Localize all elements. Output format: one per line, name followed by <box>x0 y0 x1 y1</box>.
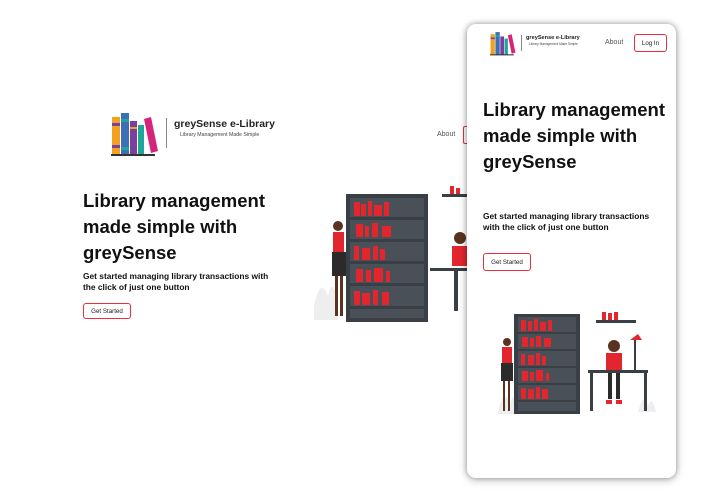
hero-heading: Library management made simple with grey… <box>483 99 665 172</box>
books-logo-icon <box>111 113 158 156</box>
hero-subheading-line2: with the click of just one button <box>483 222 609 232</box>
showcase-stage: greySense e-Library Library Management M… <box>0 0 702 502</box>
books-logo-icon <box>490 32 516 56</box>
hero-subheading-line1: Get started managing library transaction… <box>483 211 650 221</box>
nav-about-link[interactable]: About <box>437 131 455 138</box>
brand-block: greySense e-Library Library Management M… <box>521 35 580 51</box>
hero-subheading: Get started managing library transaction… <box>83 271 269 292</box>
mobile-view: greySense e-Library Library Management M… <box>467 24 676 478</box>
hero-subheading: Get started managing library transaction… <box>483 211 668 233</box>
login-button[interactable]: Log In <box>634 34 667 52</box>
get-started-button[interactable]: Get Started <box>483 253 531 271</box>
brand-title: greySense e-Library <box>174 118 275 130</box>
brand-tagline: Library Management Made Simple <box>180 132 260 138</box>
brand-tagline: Library Management Made Simple <box>529 42 578 46</box>
brand-title: greySense e-Library <box>526 35 580 41</box>
library-people-illustration <box>314 186 468 322</box>
get-started-button[interactable]: Get Started <box>83 303 131 319</box>
nav-about-link[interactable]: About <box>605 39 623 46</box>
hero-heading: Library management made simple with grey… <box>83 190 265 263</box>
brand-block: greySense e-Library Library Management M… <box>166 118 275 148</box>
library-people-illustration <box>498 312 656 414</box>
